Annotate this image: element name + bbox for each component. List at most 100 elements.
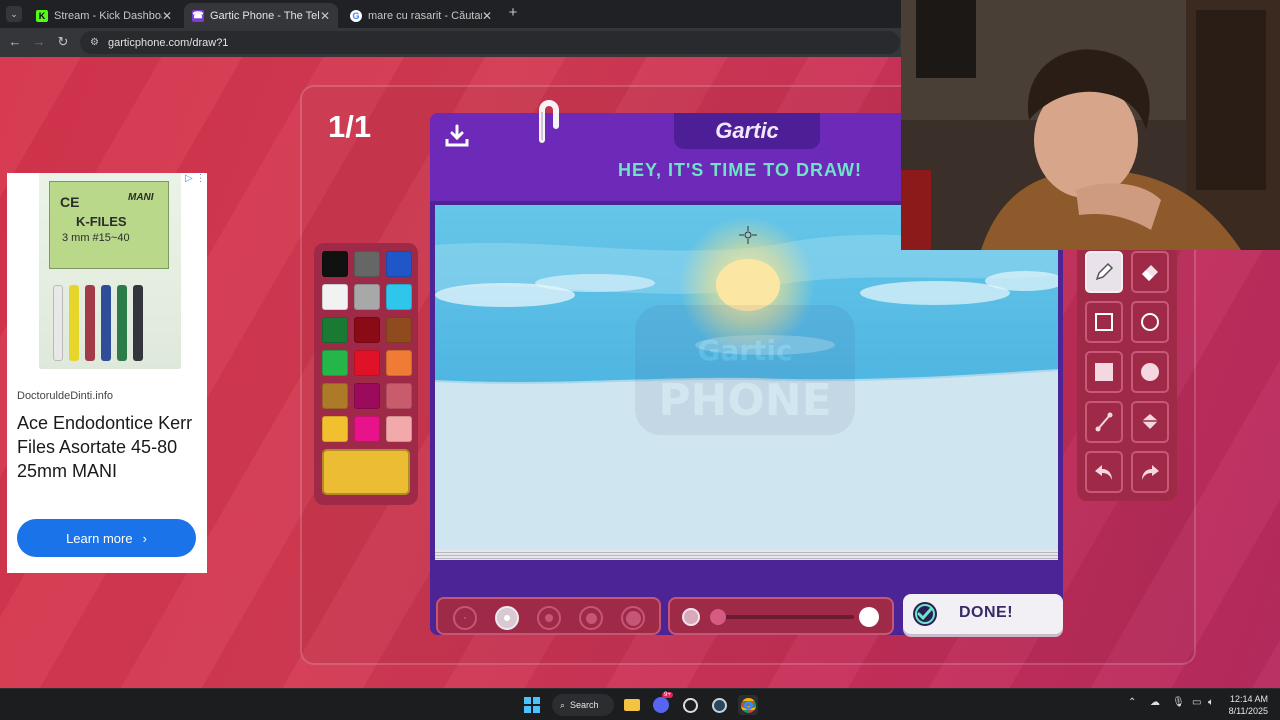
paper-edges	[435, 550, 1058, 560]
redo-tool[interactable]	[1131, 451, 1169, 493]
clock-time: 12:14 AM	[1229, 694, 1268, 704]
color-swatch[interactable]	[386, 350, 412, 376]
color-swatch[interactable]	[322, 317, 348, 343]
brush-size-5[interactable]	[621, 606, 645, 630]
close-tab-icon[interactable]: ✕	[482, 9, 492, 23]
svg-text:Gartic: Gartic	[697, 334, 792, 367]
discord-icon[interactable]: 9+	[651, 692, 673, 715]
file-handle	[133, 285, 143, 361]
url-bar[interactable]: ⚙ garticphone.com/draw?1	[80, 31, 900, 54]
back-arrow-icon[interactable]: ←	[7, 34, 23, 50]
taskbar-search[interactable]: ⌕ Search	[552, 694, 614, 716]
tray-chevron-icon[interactable]: ⌃	[1128, 697, 1136, 708]
network-icon[interactable]: ☁	[1150, 697, 1160, 708]
file-explorer-icon[interactable]	[622, 695, 642, 715]
ellipse-filled-tool[interactable]	[1131, 351, 1169, 393]
advertisement[interactable]: CE MANI K-FILES 3 mm #15~40 ▷ ⋮ Doctorul…	[7, 173, 207, 573]
rectangle-filled-tool[interactable]	[1085, 351, 1123, 393]
notification-badge: 9+	[662, 692, 673, 698]
site-info-icon[interactable]: ⚙	[90, 37, 99, 48]
selected-color-preview[interactable]	[322, 449, 410, 495]
ad-site[interactable]: DoctoruldeDinti.info	[17, 390, 113, 402]
search-icon: ⌕	[560, 699, 566, 710]
google-favicon-icon: G	[350, 9, 362, 22]
color-swatch[interactable]	[386, 284, 412, 310]
close-tab-icon[interactable]: ✕	[320, 9, 330, 23]
drawing-canvas[interactable]: Gartic PHONE	[435, 205, 1058, 550]
chrome-icon[interactable]	[738, 695, 758, 715]
paper-clip-icon	[539, 100, 559, 143]
done-button[interactable]: DONE!	[903, 594, 1063, 634]
tab-title: Stream - Kick Dashboard	[54, 9, 162, 22]
eraser-tool[interactable]	[1131, 251, 1169, 293]
steam-icon[interactable]	[709, 695, 729, 715]
learn-more-button[interactable]: Learn more ›	[17, 519, 196, 557]
taskbar-clock[interactable]: 12:14 AM 8/11/2025	[1224, 693, 1268, 717]
brush-size-4[interactable]	[579, 606, 603, 630]
tab-list-dropdown[interactable]: ⌄	[6, 6, 22, 22]
opacity-track[interactable]	[714, 615, 854, 619]
color-swatch[interactable]	[354, 416, 380, 442]
ad-product-image[interactable]: CE MANI K-FILES 3 mm #15~40	[39, 173, 181, 369]
brush-size-2[interactable]	[495, 606, 519, 630]
redo-icon	[1142, 465, 1159, 480]
adchoices-icon[interactable]: ▷ ⋮	[185, 173, 205, 184]
line-icon	[1095, 412, 1113, 432]
close-tab-icon[interactable]: ✕	[162, 9, 172, 23]
windows-start-icon[interactable]	[522, 695, 542, 715]
color-swatch[interactable]	[386, 416, 412, 442]
ellipse-outline-tool[interactable]	[1131, 301, 1169, 343]
microphone-icon[interactable]: 🎙︎	[1172, 697, 1185, 708]
pencil-tool[interactable]	[1085, 251, 1123, 293]
color-swatch[interactable]	[386, 317, 412, 343]
color-swatch[interactable]	[322, 350, 348, 376]
search-label: Search	[570, 700, 599, 710]
tool-panel	[1077, 243, 1177, 501]
undo-tool[interactable]	[1085, 451, 1123, 493]
brush-size-3[interactable]	[537, 606, 561, 630]
line-tool[interactable]	[1085, 401, 1123, 443]
opacity-min-icon	[682, 608, 700, 626]
paint-bucket-icon	[1142, 414, 1158, 429]
round-counter: 1/1	[328, 109, 372, 144]
color-swatch[interactable]	[386, 383, 412, 409]
color-swatch[interactable]	[322, 416, 348, 442]
color-swatch[interactable]	[354, 383, 380, 409]
product-maker: MANI	[128, 192, 154, 203]
color-swatch[interactable]	[322, 383, 348, 409]
rectangle-outline-tool[interactable]	[1085, 301, 1123, 343]
file-handle	[117, 285, 127, 361]
opacity-handle[interactable]	[859, 607, 879, 627]
undo-icon	[1095, 465, 1112, 480]
color-palette	[314, 243, 418, 505]
gartic-watermark: Gartic PHONE	[635, 305, 855, 435]
opacity-slider[interactable]	[668, 597, 894, 635]
color-swatch[interactable]	[354, 317, 380, 343]
obs-icon[interactable]	[680, 695, 700, 715]
tab-gartic-phone[interactable]: ☎ Gartic Phone - The Telephone Game ✕	[184, 3, 338, 28]
tab-kick-dashboard[interactable]: K Stream - Kick Dashboard ✕	[28, 3, 180, 28]
color-swatch[interactable]	[354, 350, 380, 376]
color-swatch[interactable]	[354, 251, 380, 277]
monitor-icon[interactable]: ▭	[1192, 697, 1201, 708]
color-swatch[interactable]	[322, 251, 348, 277]
cloud	[535, 274, 655, 292]
circle-filled-icon	[1141, 363, 1159, 381]
color-swatch[interactable]	[322, 284, 348, 310]
reload-icon[interactable]: ↻	[55, 34, 71, 50]
color-swatch[interactable]	[386, 251, 412, 277]
ce-mark: CE	[60, 194, 80, 210]
forward-arrow-icon[interactable]: →	[31, 34, 47, 50]
ad-title[interactable]: Ace Endodontice Kerr Files Asortate 45-8…	[17, 411, 202, 483]
brush-size-selector	[436, 597, 661, 635]
brush-size-1[interactable]	[453, 606, 477, 630]
square-filled-icon	[1095, 363, 1113, 381]
pencil-icon	[1095, 262, 1114, 281]
done-label: DONE!	[959, 604, 1014, 621]
color-swatch[interactable]	[354, 284, 380, 310]
volume-icon[interactable]: 🔈︎	[1208, 697, 1214, 708]
new-tab-button[interactable]: +	[505, 5, 521, 21]
fill-bucket-tool[interactable]	[1131, 401, 1169, 443]
download-icon[interactable]	[444, 123, 470, 149]
tab-google-search[interactable]: G mare cu rasarit - Căutare Google ✕	[342, 3, 500, 28]
